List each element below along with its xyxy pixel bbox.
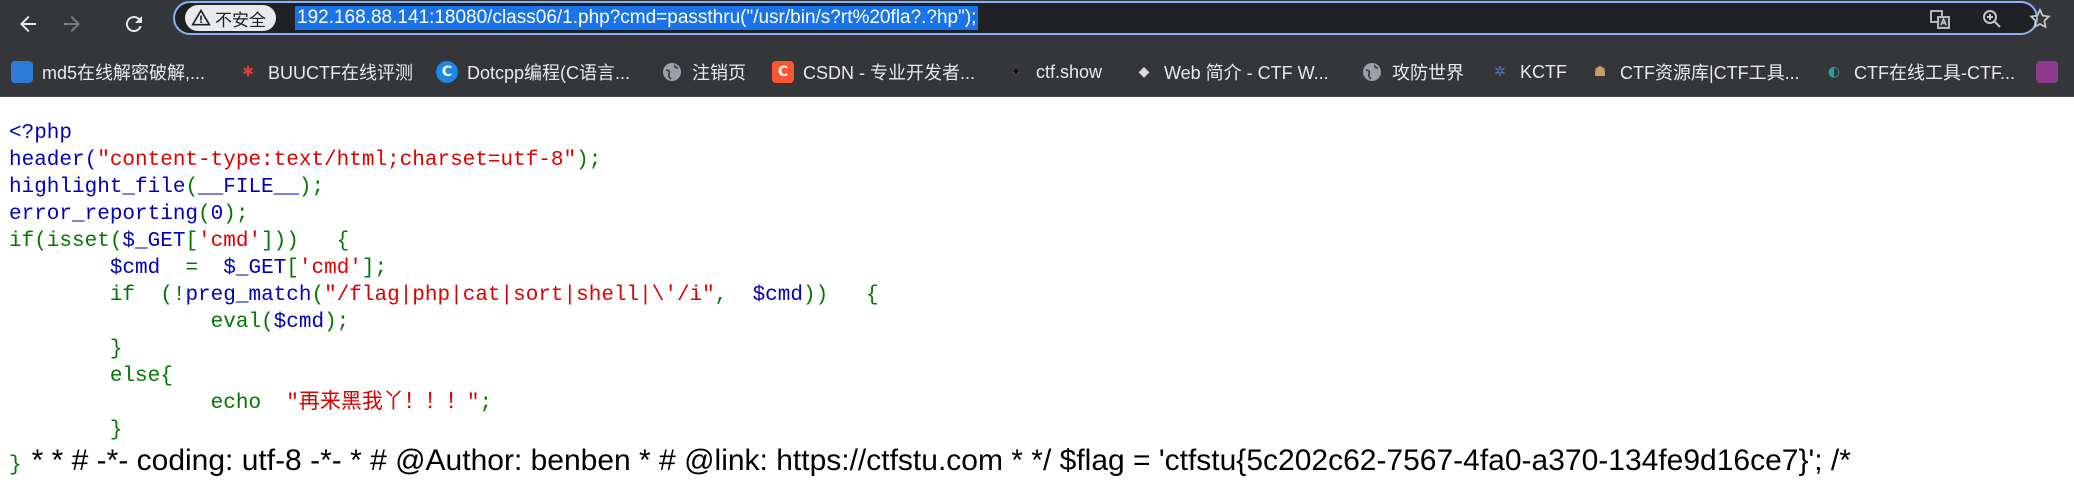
code-token: $_GET [122, 230, 186, 253]
bookmark-3[interactable]: 注销页 [661, 60, 746, 84]
globe-icon [661, 61, 683, 83]
code-token: 'cmd' [198, 230, 262, 253]
bookmark-8[interactable]: ✲ KCTF [1489, 60, 1567, 84]
bookmark-2[interactable]: C Dotcpp编程(C语言... [436, 60, 630, 84]
star-icon [2029, 7, 2051, 29]
code-token: ); [576, 149, 602, 172]
code-token: ]; [361, 257, 388, 280]
code-token: , [714, 284, 753, 307]
reload-icon [125, 16, 142, 33]
bookmark-6[interactable]: ◆ Web 简介 - CTF W... [1133, 60, 1329, 84]
zoom-button[interactable] [1977, 4, 2007, 34]
ctfwiki-icon: ◆ [1138, 64, 1150, 80]
bookmark-1[interactable]: ✱ BUUCTF在线评测 [237, 60, 413, 84]
code-token: ( [311, 284, 325, 307]
code-token: ; [479, 392, 493, 415]
bookmark-star-button[interactable] [2025, 4, 2055, 34]
code-token: ( [185, 176, 199, 199]
translate-icon [1930, 10, 1950, 29]
closing-brace: } [9, 454, 22, 477]
security-label: 不安全 [215, 10, 266, 30]
code-token: = [160, 257, 224, 280]
code-line: <?php [9, 122, 73, 145]
code-token: else{ [109, 365, 173, 388]
php-source-code: <?php header("content-type:text/html;cha… [9, 120, 879, 444]
arrow-left-icon [20, 16, 36, 32]
code-token: } [109, 338, 123, 361]
page-content: <?php header("content-type:text/html;cha… [0, 98, 2074, 497]
ctf-tools-icon: ◐ [1827, 64, 1841, 80]
bookmarks-bar: md5在线解密破解,... ✱ BUUCTF在线评测 C Dotcpp编程(C语… [0, 48, 2074, 97]
bookmark-overflow[interactable] [2036, 60, 2067, 84]
code-token: eval( [210, 311, 274, 334]
app-icon [2036, 61, 2058, 83]
code-token: echo [210, 392, 287, 415]
forward-button[interactable] [52, 4, 92, 44]
code-token: $_GET [223, 257, 287, 280]
code-token: 'cmd' [298, 257, 362, 280]
arrow-right-icon [64, 16, 80, 32]
code-token: "content-type:text/html;charset=utf-8" [97, 149, 577, 172]
bookmark-0[interactable]: md5在线解密破解,... [11, 60, 205, 84]
md5-icon [11, 61, 33, 83]
bookmark-10[interactable]: ◐ CTF在线工具-CTF... [1823, 60, 2015, 84]
kctf-icon: ✲ [1494, 64, 1506, 80]
code-token: __FILE__ [198, 176, 299, 199]
address-bar[interactable]: 不安全 192.168.88.141:18080/class06/1.php?c… [173, 1, 2038, 35]
code-token: header( [9, 149, 98, 172]
code-token: $cmd [752, 284, 803, 307]
zoom-icon [1983, 10, 2001, 28]
warning-icon [191, 8, 211, 26]
code-token: [ [185, 230, 199, 253]
bookmark-7[interactable]: 攻防世界 [1361, 60, 1464, 84]
code-token: "/flag|php|cat|sort|shell|\'/i" [324, 284, 715, 307]
code-token: ); [298, 176, 325, 199]
code-token: error_reporting [9, 203, 199, 226]
url-text[interactable]: 192.168.88.141:18080/class06/1.php?cmd=p… [295, 6, 979, 30]
security-chip[interactable]: 不安全 [185, 5, 276, 31]
ctfshow-icon: ✦ [1010, 64, 1022, 80]
code-token: ); [324, 311, 350, 334]
csdn-icon: C [772, 61, 794, 83]
code-token: highlight_file [9, 176, 186, 199]
browser-toolbar: 不安全 192.168.88.141:18080/class06/1.php?c… [0, 0, 2074, 48]
command-output-line: } * * # -*- coding: utf-8 -*- * # @Author… [9, 444, 1851, 478]
code-token: ])) { [261, 230, 350, 253]
code-token: if (! [109, 284, 186, 307]
code-token: $cmd [109, 257, 161, 280]
code-token: )) { [803, 284, 879, 307]
code-token: ); [223, 203, 249, 226]
bookmark-9[interactable]: ☗ CTF资源库|CTF工具... [1589, 60, 1800, 84]
bookmark-4[interactable]: C CSDN - 专业开发者... [772, 60, 975, 84]
code-token: ( [198, 203, 211, 226]
code-token: 0 [210, 203, 224, 226]
bookmark-5[interactable]: ✦ ctf.show [1005, 60, 1102, 84]
code-token: if(isset( [9, 230, 123, 253]
code-token: } [109, 419, 123, 442]
back-button[interactable] [8, 4, 48, 44]
code-token: [ [286, 257, 299, 280]
code-token: preg_match [185, 284, 312, 307]
ctf-resource-icon: ☗ [1593, 64, 1607, 80]
code-token: "再来黑我丫！！！" [286, 392, 480, 415]
reload-button[interactable] [114, 4, 154, 44]
flag-output-text: * * # -*- coding: utf-8 -*- * # @Author:… [31, 444, 1851, 477]
buuctf-icon: ✱ [242, 64, 254, 80]
dotcpp-icon: C [436, 61, 458, 83]
translate-button[interactable] [1925, 4, 1955, 34]
globe-icon [1361, 61, 1383, 83]
code-token: $cmd [273, 311, 325, 334]
